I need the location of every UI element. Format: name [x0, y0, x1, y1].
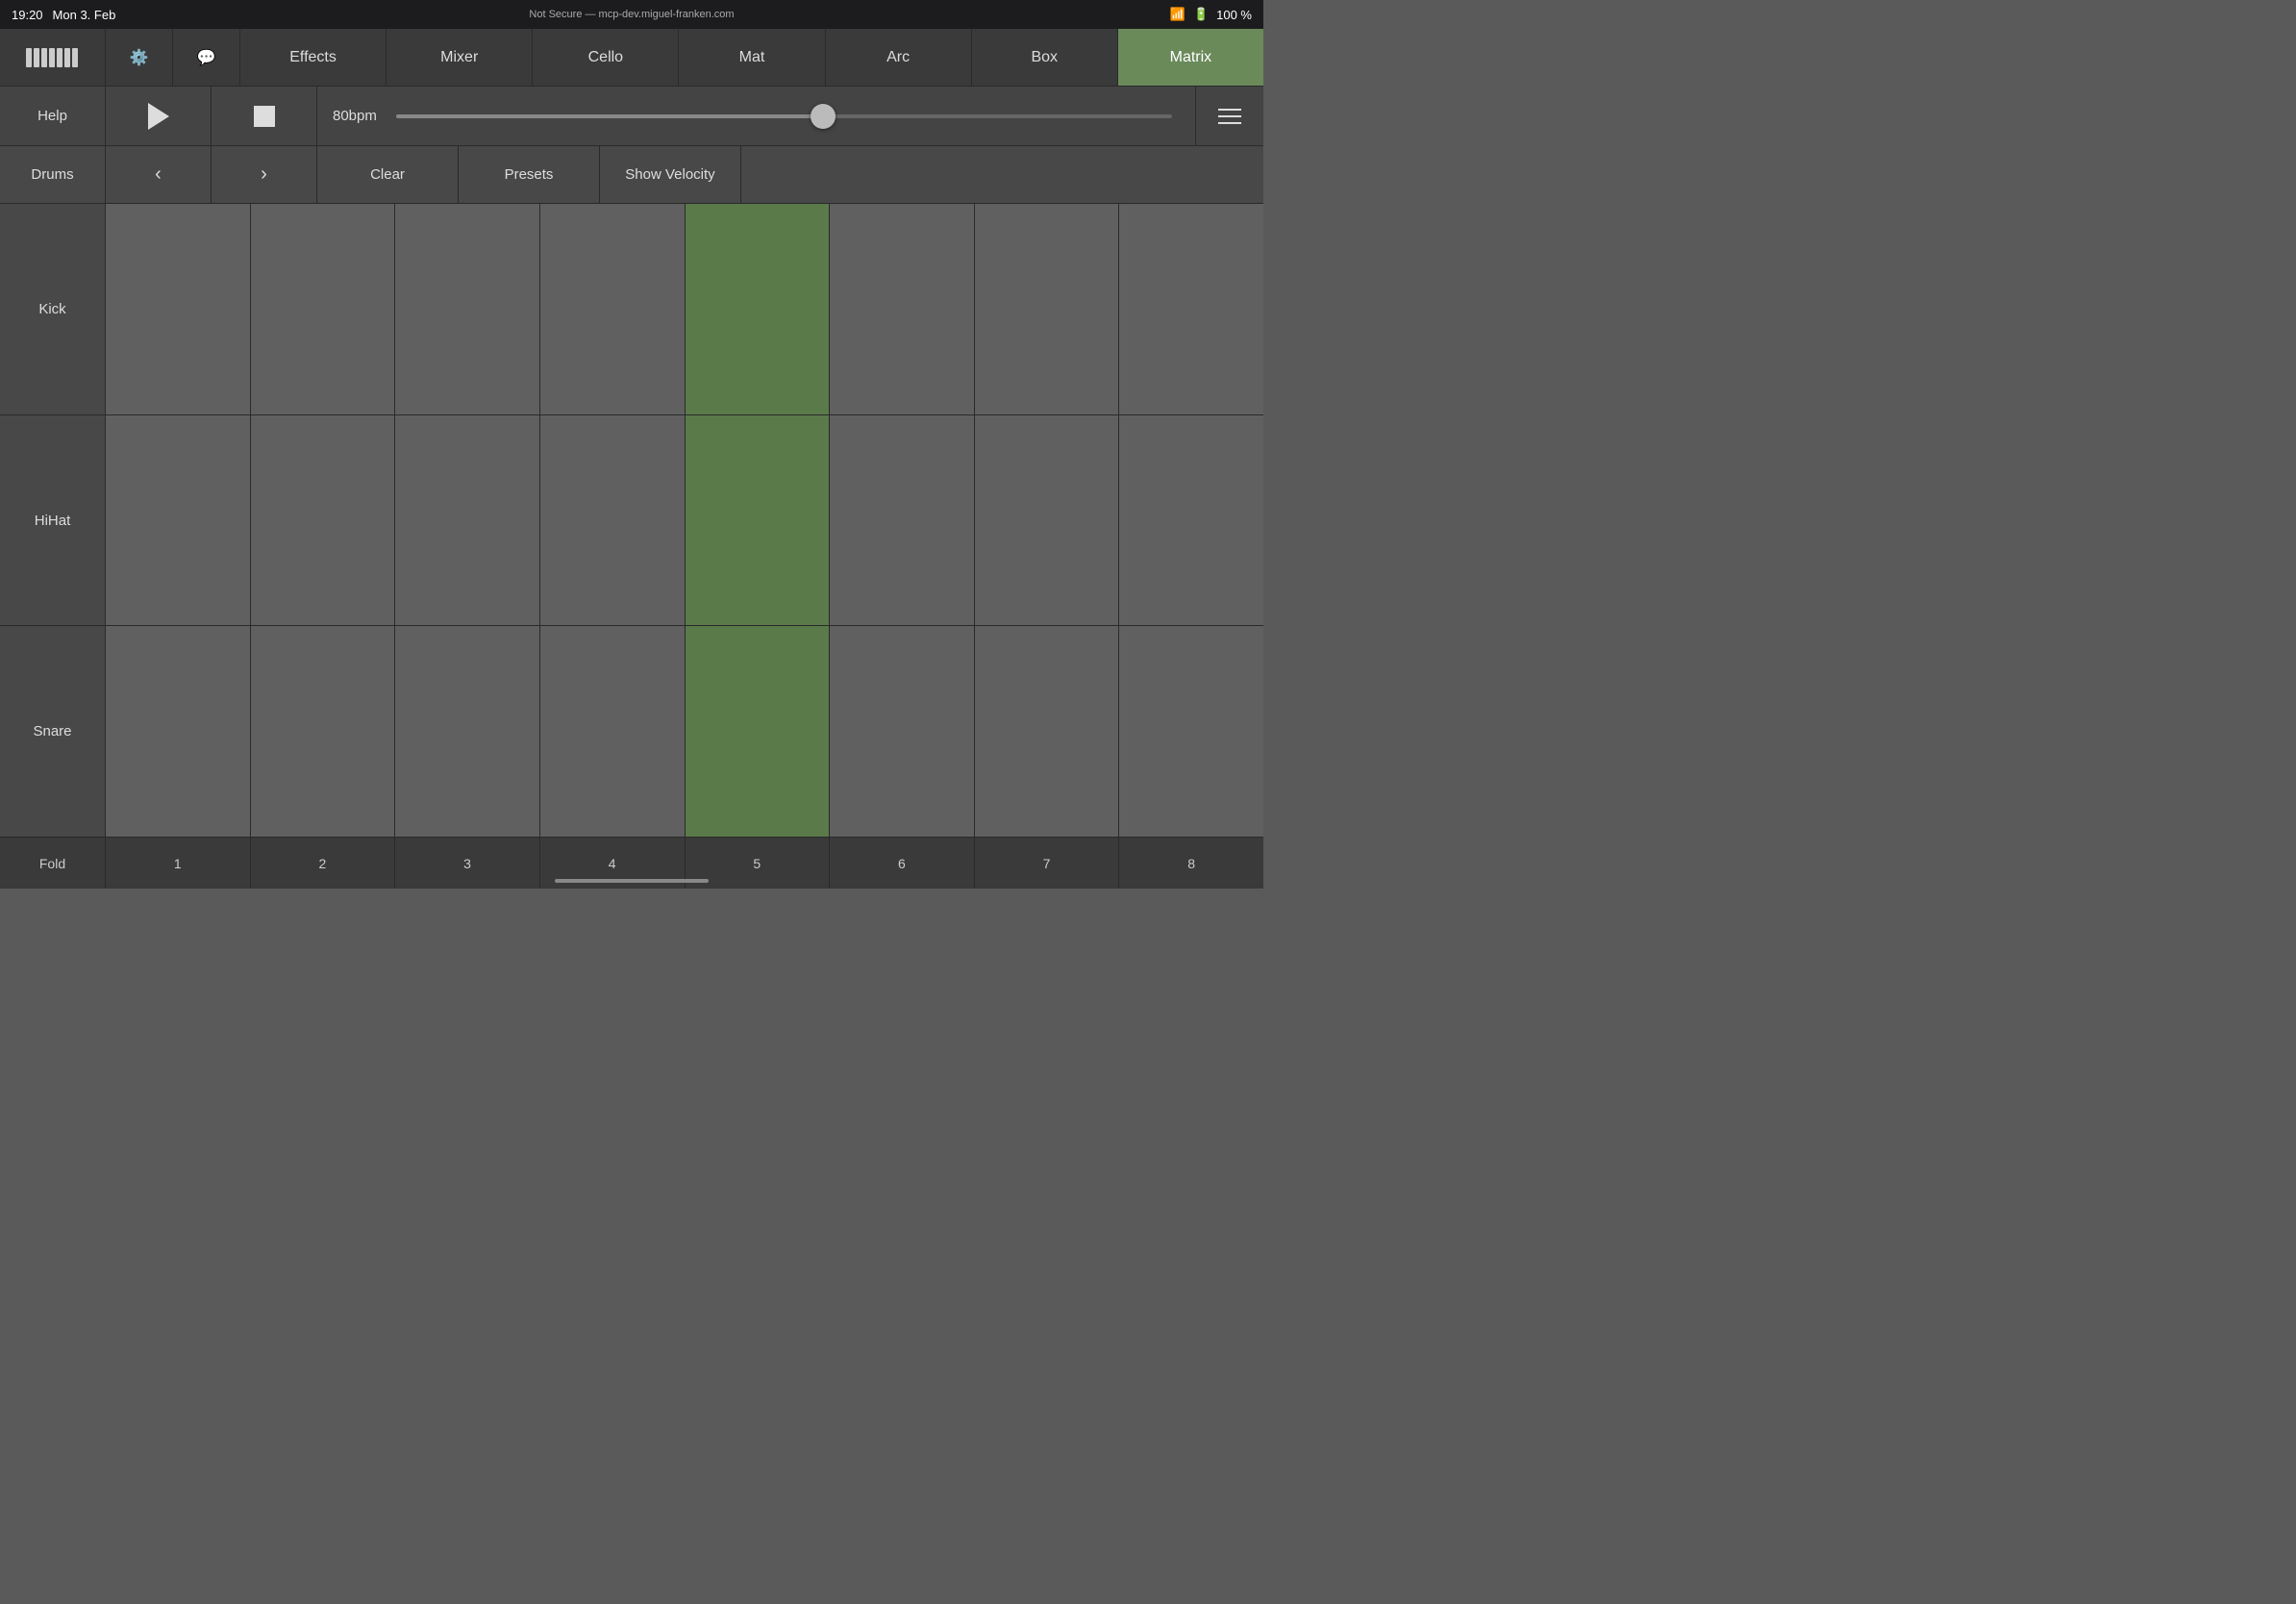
- hihat-cell-3[interactable]: [395, 415, 540, 626]
- fold-button[interactable]: Fold: [0, 838, 106, 889]
- play-button[interactable]: [106, 87, 212, 145]
- step-6[interactable]: 6: [830, 838, 975, 889]
- hihat-cell-4[interactable]: [540, 415, 686, 626]
- kick-cell-5[interactable]: [686, 204, 831, 414]
- mixer-tab[interactable]: Mixer: [387, 29, 533, 86]
- url: Not Secure — mcp-dev.miguel-franken.com: [529, 9, 734, 20]
- help-button[interactable]: Help: [0, 87, 106, 145]
- top-nav: ⚙️ 💬 Effects Mixer Cello Mat Arc Box Mat…: [0, 29, 1263, 87]
- hihat-cell-7[interactable]: [975, 415, 1120, 626]
- show-velocity-button[interactable]: Show Velocity: [600, 146, 741, 203]
- snare-cell-2[interactable]: [251, 626, 396, 837]
- chevron-right-icon: ›: [261, 163, 267, 186]
- snare-cell-5[interactable]: [686, 626, 831, 837]
- logo-button[interactable]: [0, 29, 106, 86]
- transport-bar: Help 80bpm: [0, 87, 1263, 146]
- hihat-cell-8[interactable]: [1119, 415, 1263, 626]
- snare-cell-6[interactable]: [830, 626, 975, 837]
- bpm-control[interactable]: 80bpm: [317, 87, 1196, 145]
- gear-icon: ⚙️: [130, 48, 149, 67]
- settings-button[interactable]: ⚙️: [106, 29, 173, 86]
- snare-cell-4[interactable]: [540, 626, 686, 837]
- kick-cell-6[interactable]: [830, 204, 975, 414]
- box-tab[interactable]: Box: [972, 29, 1118, 86]
- kick-cell-1[interactable]: [106, 204, 251, 414]
- chat-icon: 💬: [197, 48, 216, 67]
- snare-cell-1[interactable]: [106, 626, 251, 837]
- drums-next-button[interactable]: ›: [212, 146, 317, 203]
- stop-button[interactable]: [212, 87, 317, 145]
- kick-cell-8[interactable]: [1119, 204, 1263, 414]
- stop-icon: [254, 106, 275, 127]
- kick-cell-4[interactable]: [540, 204, 686, 414]
- snare-label: Snare: [0, 626, 106, 837]
- bottom-bar: Fold 1 2 3 4 5 6 7 8: [0, 837, 1263, 889]
- step-7[interactable]: 7: [975, 838, 1120, 889]
- bpm-slider-thumb[interactable]: [811, 104, 836, 129]
- status-bar: 19:20 Mon 3. Feb Not Secure — mcp-dev.mi…: [0, 0, 1263, 29]
- chevron-left-icon: ‹: [155, 163, 162, 186]
- snare-cell-3[interactable]: [395, 626, 540, 837]
- hihat-row: HiHat: [0, 415, 1263, 627]
- step-8[interactable]: 8: [1119, 838, 1263, 889]
- cello-tab[interactable]: Cello: [533, 29, 679, 86]
- matrix-tab[interactable]: Matrix: [1118, 29, 1263, 86]
- hamburger-icon: [1218, 109, 1241, 124]
- kick-cell-3[interactable]: [395, 204, 540, 414]
- scroll-indicator: [555, 879, 709, 883]
- kick-cell-2[interactable]: [251, 204, 396, 414]
- kick-row: Kick: [0, 204, 1263, 415]
- clear-button[interactable]: Clear: [317, 146, 459, 203]
- snare-row: Snare: [0, 626, 1263, 837]
- drums-label: Drums: [0, 146, 106, 203]
- kick-cell-7[interactable]: [975, 204, 1120, 414]
- hihat-cell-6[interactable]: [830, 415, 975, 626]
- step-3[interactable]: 3: [395, 838, 540, 889]
- drums-prev-button[interactable]: ‹: [106, 146, 212, 203]
- presets-button[interactable]: Presets: [459, 146, 600, 203]
- bpm-slider-fill: [396, 114, 823, 118]
- drums-empty: [741, 146, 1263, 203]
- battery-percent: 100 %: [1216, 8, 1252, 22]
- menu-button[interactable]: [1196, 87, 1263, 145]
- date: Mon 3. Feb: [53, 8, 116, 22]
- hihat-cell-5[interactable]: [686, 415, 831, 626]
- hihat-cell-2[interactable]: [251, 415, 396, 626]
- grid-container: Kick HiHat S: [0, 204, 1263, 837]
- snare-cell-7[interactable]: [975, 626, 1120, 837]
- kick-label: Kick: [0, 204, 106, 414]
- hihat-cell-1[interactable]: [106, 415, 251, 626]
- step-1[interactable]: 1: [106, 838, 251, 889]
- hihat-label: HiHat: [0, 415, 106, 626]
- effects-tab[interactable]: Effects: [240, 29, 387, 86]
- wifi-icon: 📶: [1170, 7, 1185, 22]
- chat-button[interactable]: 💬: [173, 29, 240, 86]
- arc-tab[interactable]: Arc: [826, 29, 972, 86]
- snare-cell-8[interactable]: [1119, 626, 1263, 837]
- bpm-label: 80bpm: [333, 108, 377, 124]
- step-2[interactable]: 2: [251, 838, 396, 889]
- battery-icon: 🔋: [1193, 7, 1209, 22]
- bpm-slider[interactable]: [396, 114, 1172, 118]
- play-icon: [148, 103, 169, 130]
- drums-bar: Drums ‹ › Clear Presets Show Velocity: [0, 146, 1263, 204]
- time: 19:20: [12, 8, 43, 22]
- mat-tab[interactable]: Mat: [679, 29, 825, 86]
